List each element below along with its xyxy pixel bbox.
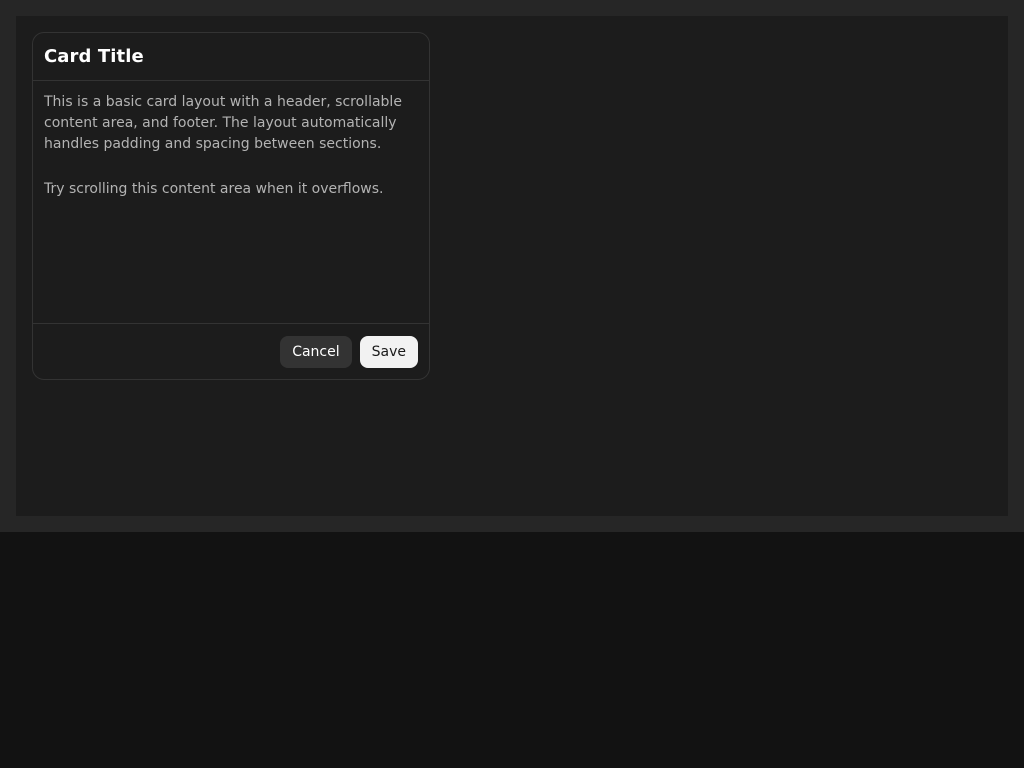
save-button[interactable]: Save xyxy=(359,335,418,368)
card-header: Card Title xyxy=(33,33,429,81)
outer-frame: Card Title This is a basic card layout w… xyxy=(0,0,1024,532)
stage: Card Title This is a basic card layout w… xyxy=(16,16,1008,516)
card-paragraph-2: Try scrolling this content area when it … xyxy=(44,181,384,197)
card-title: Card Title xyxy=(44,46,144,67)
card-paragraph-1: This is a basic card layout with a heade… xyxy=(44,94,402,152)
card-footer: Cancel Save xyxy=(33,323,429,379)
cancel-button[interactable]: Cancel xyxy=(280,335,352,368)
card-content-scroll-area[interactable]: This is a basic card layout with a heade… xyxy=(33,81,429,323)
card: Card Title This is a basic card layout w… xyxy=(32,32,430,380)
